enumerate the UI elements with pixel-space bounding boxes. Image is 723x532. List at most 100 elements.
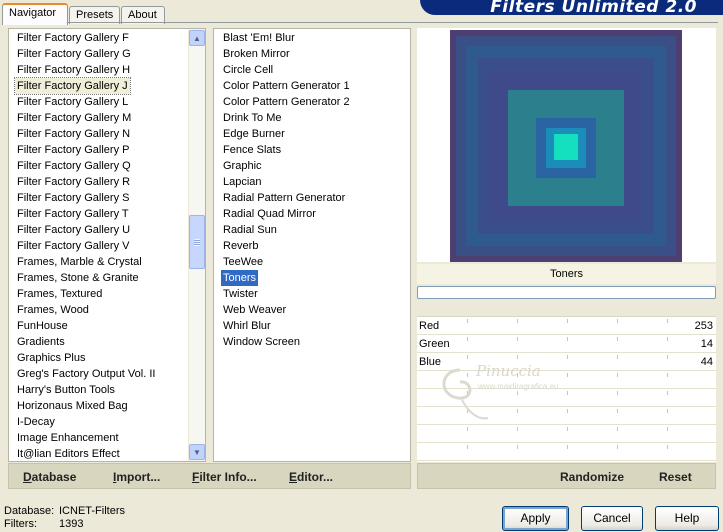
parameter-value: 14	[700, 338, 713, 350]
category-scrollbar[interactable]: ▲ ▼	[188, 29, 205, 461]
filter-item[interactable]: Radial Quad Mirror	[221, 206, 318, 222]
scroll-up-button[interactable]: ▲	[189, 30, 205, 46]
category-item[interactable]: Filter Factory Gallery U	[15, 222, 132, 238]
parameter-panel: Red 253 Green 14 Blue 44	[417, 316, 716, 462]
category-list[interactable]: Filter Factory Gallery F Filter Factory G…	[8, 28, 206, 462]
category-item[interactable]: Filter Factory Gallery G	[15, 46, 133, 62]
category-item[interactable]: Filter Factory Gallery V	[15, 238, 131, 254]
filter-item[interactable]: Graphic	[221, 158, 264, 174]
parameter-label: Blue	[419, 356, 442, 368]
category-item[interactable]: Greg's Factory Output Vol. II	[15, 366, 157, 382]
empty-parameter-row	[417, 443, 716, 461]
slider-tick	[467, 445, 468, 449]
parameter-label: Red	[419, 320, 440, 332]
slider-tick	[567, 445, 568, 449]
empty-parameter-row	[417, 371, 716, 389]
parameter-value: 44	[700, 356, 713, 368]
category-item[interactable]: Graphics Plus	[15, 350, 87, 366]
category-item[interactable]: Frames, Stone & Granite	[15, 270, 141, 286]
slider-tick	[617, 373, 618, 377]
slider-tick	[617, 391, 618, 395]
slider-tick	[517, 409, 518, 413]
filter-item[interactable]: Circle Cell	[221, 62, 275, 78]
progress-bar	[417, 286, 716, 299]
category-item[interactable]: I-Decay	[15, 414, 57, 430]
filter-item[interactable]: Blast 'Em! Blur	[221, 30, 297, 46]
category-item[interactable]: It@lian Editors Effect	[15, 446, 122, 461]
slider-tick	[517, 445, 518, 449]
category-item[interactable]: Frames, Wood	[15, 302, 91, 318]
slider-tick	[667, 337, 668, 341]
category-item[interactable]: Filter Factory Gallery Q	[15, 158, 133, 174]
triangle-up-icon: ▲	[193, 33, 201, 43]
slider-tick	[617, 427, 618, 431]
filter-item[interactable]: Color Pattern Generator 2	[221, 94, 352, 110]
category-item[interactable]: Filter Factory Gallery P	[15, 142, 131, 158]
app-banner: Filters Unlimited 2.0	[420, 0, 723, 15]
filter-item[interactable]: Twister	[221, 286, 260, 302]
slider-tick	[517, 373, 518, 377]
category-item[interactable]: Filter Factory Gallery M	[15, 110, 133, 126]
filter-item[interactable]: Radial Pattern Generator	[221, 190, 347, 206]
app-title: Filters Unlimited 2.0	[490, 0, 697, 15]
slider-tick	[567, 319, 568, 323]
slider-tick	[467, 391, 468, 395]
category-item[interactable]: Gradients	[15, 334, 67, 350]
filter-item[interactable]: TeeWee	[221, 254, 265, 270]
filters-label: Filters:	[4, 518, 37, 530]
slider-tick	[517, 427, 518, 431]
category-item[interactable]: Filter Factory Gallery H	[15, 62, 132, 78]
filter-item[interactable]: Web Weaver	[221, 302, 288, 318]
category-item[interactable]: Horizonaus Mixed Bag	[15, 398, 130, 414]
import-link[interactable]: Import...	[113, 470, 160, 484]
category-item[interactable]: Filter Factory Gallery R	[15, 174, 132, 190]
slider-tick	[667, 409, 668, 413]
database-link[interactable]: Database	[23, 470, 76, 484]
category-item[interactable]: Image Enhancement	[15, 430, 121, 446]
right-toolbar: Randomize Reset	[417, 463, 716, 489]
slider-tick	[567, 373, 568, 377]
tab-navigator[interactable]: Navigator	[2, 3, 68, 25]
category-item[interactable]: Filter Factory Gallery J	[14, 77, 131, 95]
category-item[interactable]: Filter Factory Gallery F	[15, 30, 131, 46]
scroll-down-button[interactable]: ▼	[189, 444, 205, 460]
parameter-slider-row[interactable]: Blue 44	[417, 353, 716, 371]
category-item[interactable]: Filter Factory Gallery S	[15, 190, 131, 206]
empty-parameter-row	[417, 389, 716, 407]
filter-item[interactable]: Drink To Me	[221, 110, 283, 126]
reset-link[interactable]: Reset	[659, 470, 692, 484]
filter-item[interactable]: Color Pattern Generator 1	[221, 78, 352, 94]
help-button[interactable]: Help	[655, 506, 719, 531]
parameter-label: Green	[419, 338, 450, 350]
category-item[interactable]: Filter Factory Gallery T	[15, 206, 131, 222]
filter-item[interactable]: Lapcian	[221, 174, 264, 190]
filter-item[interactable]: Broken Mirror	[221, 46, 292, 62]
filter-item[interactable]: Reverb	[221, 238, 260, 254]
randomize-link[interactable]: Randomize	[560, 470, 624, 484]
triangle-down-icon: ▼	[193, 447, 201, 457]
parameter-slider-row[interactable]: Green 14	[417, 335, 716, 353]
filter-item[interactable]: Radial Sun	[221, 222, 279, 238]
scroll-thumb[interactable]	[189, 215, 205, 269]
cancel-button[interactable]: Cancel	[581, 506, 643, 531]
category-item[interactable]: Frames, Textured	[15, 286, 104, 302]
filter-item[interactable]: Fence Slats	[221, 142, 283, 158]
parameter-slider-row[interactable]: Red 253	[417, 317, 716, 335]
category-item[interactable]: Filter Factory Gallery N	[15, 126, 132, 142]
slider-tick	[517, 355, 518, 359]
filter-item[interactable]: Whirl Blur	[221, 318, 273, 334]
filter-item[interactable]: Toners	[221, 270, 259, 286]
category-item[interactable]: Harry's Button Tools	[15, 382, 117, 398]
apply-button[interactable]: Apply	[502, 506, 569, 531]
category-item[interactable]: Frames, Marble & Crystal	[15, 254, 144, 270]
slider-tick	[567, 391, 568, 395]
filter-list[interactable]: Blast 'Em! Blur Broken Mirror Circle Cell C…	[213, 28, 411, 462]
filter-info-link[interactable]: Filter Info...	[192, 470, 257, 484]
category-item[interactable]: FunHouse	[15, 318, 70, 334]
filter-item[interactable]: Window Screen	[221, 334, 302, 350]
editor-link[interactable]: Editor...	[289, 470, 333, 484]
filter-item[interactable]: Edge Burner	[221, 126, 287, 142]
slider-tick	[467, 373, 468, 377]
slider-tick	[567, 427, 568, 431]
category-item[interactable]: Filter Factory Gallery L	[15, 94, 130, 110]
